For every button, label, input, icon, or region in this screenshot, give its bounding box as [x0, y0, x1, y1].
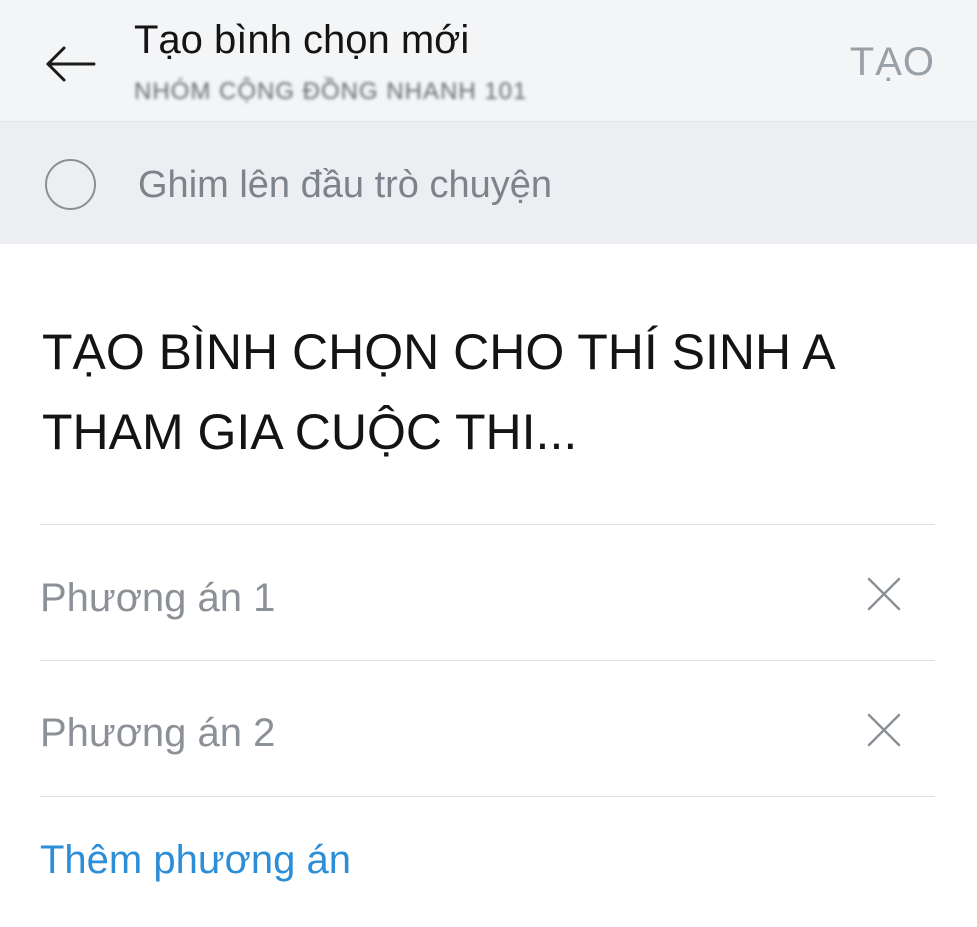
remove-option-1-button[interactable]: [860, 570, 908, 618]
option-input-1[interactable]: [40, 568, 820, 628]
divider: [40, 796, 935, 797]
close-icon: [867, 577, 901, 611]
page-title: Tạo bình chọn mới: [134, 18, 470, 62]
close-icon: [867, 713, 901, 747]
back-button[interactable]: [40, 34, 100, 94]
pin-radio-button[interactable]: [45, 159, 96, 210]
create-poll-button[interactable]: TẠO: [850, 40, 935, 85]
add-option-button[interactable]: Thêm phương án: [40, 838, 351, 883]
divider: [40, 660, 935, 661]
option-input-2[interactable]: [40, 703, 820, 763]
pin-to-top-toggle[interactable]: Ghim lên đầu trò chuyện: [0, 122, 977, 244]
pin-label: Ghim lên đầu trò chuyện: [138, 164, 553, 206]
group-name-subtitle: NHÓM CỘNG ĐỒNG NHANH 101: [134, 78, 528, 105]
app-header: Tạo bình chọn mới NHÓM CỘNG ĐỒNG NHANH 1…: [0, 0, 977, 122]
divider: [40, 524, 935, 525]
arrow-left-icon: [46, 46, 96, 82]
poll-question[interactable]: TẠO BÌNH CHỌN CHO THÍ SINH A THAM GIA CU…: [42, 312, 922, 472]
remove-option-2-button[interactable]: [860, 706, 908, 754]
